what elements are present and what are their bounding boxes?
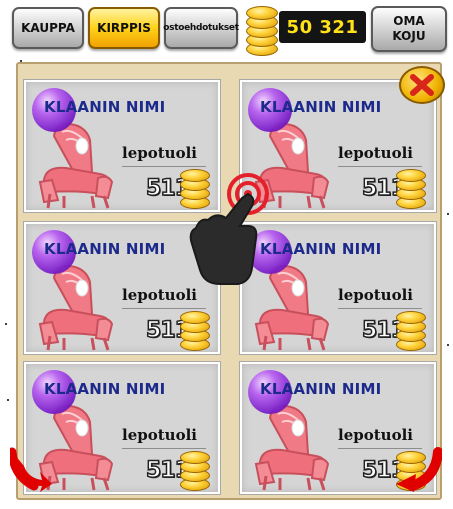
oma-koju-label-line1: OMA	[393, 14, 425, 28]
item-name: lepotuoli	[122, 426, 197, 444]
tap-hand-icon	[189, 173, 269, 285]
clan-name: KLAANIN NIMI	[44, 380, 166, 398]
coin-balance: 50 321	[279, 11, 366, 43]
clan-name: KLAANIN NIMI	[260, 98, 382, 116]
kauppa-button[interactable]: KAUPPA	[12, 7, 84, 49]
top-bar: KAUPPA KIRPPIS ostoehdotukset 50 321 OMA…	[0, 0, 453, 58]
clan-name: KLAANIN NIMI	[260, 380, 382, 398]
coin-stack-icon	[178, 306, 212, 352]
lounge-chair-image	[38, 264, 114, 351]
lounge-chair-image	[38, 122, 114, 209]
arrow-right-icon[interactable]	[392, 446, 442, 492]
close-button[interactable]	[399, 66, 445, 104]
coin-stack-icon	[178, 446, 212, 492]
lounge-chair-image	[254, 404, 330, 491]
coin-stack-icon	[394, 164, 428, 210]
clan-name: KLAANIN NIMI	[44, 98, 166, 116]
clan-name: KLAANIN NIMI	[260, 240, 382, 258]
close-icon	[410, 74, 434, 96]
arrow-left-icon[interactable]	[10, 446, 54, 492]
oma-koju-button[interactable]: OMA KOJU	[371, 6, 447, 52]
clan-name: KLAANIN NIMI	[44, 240, 166, 258]
oma-koju-label-line2: KOJU	[392, 29, 426, 43]
item-name: lepotuoli	[122, 144, 197, 162]
item-name: lepotuoli	[338, 286, 413, 304]
ostoehdotukset-button[interactable]: ostoehdotukset	[163, 7, 239, 49]
item-name: lepotuoli	[338, 144, 413, 162]
item-name: lepotuoli	[338, 426, 413, 444]
kirppis-button[interactable]: KIRPPIS	[88, 7, 160, 49]
coin-stack-icon	[394, 306, 428, 352]
coin-stack-icon	[244, 2, 280, 58]
